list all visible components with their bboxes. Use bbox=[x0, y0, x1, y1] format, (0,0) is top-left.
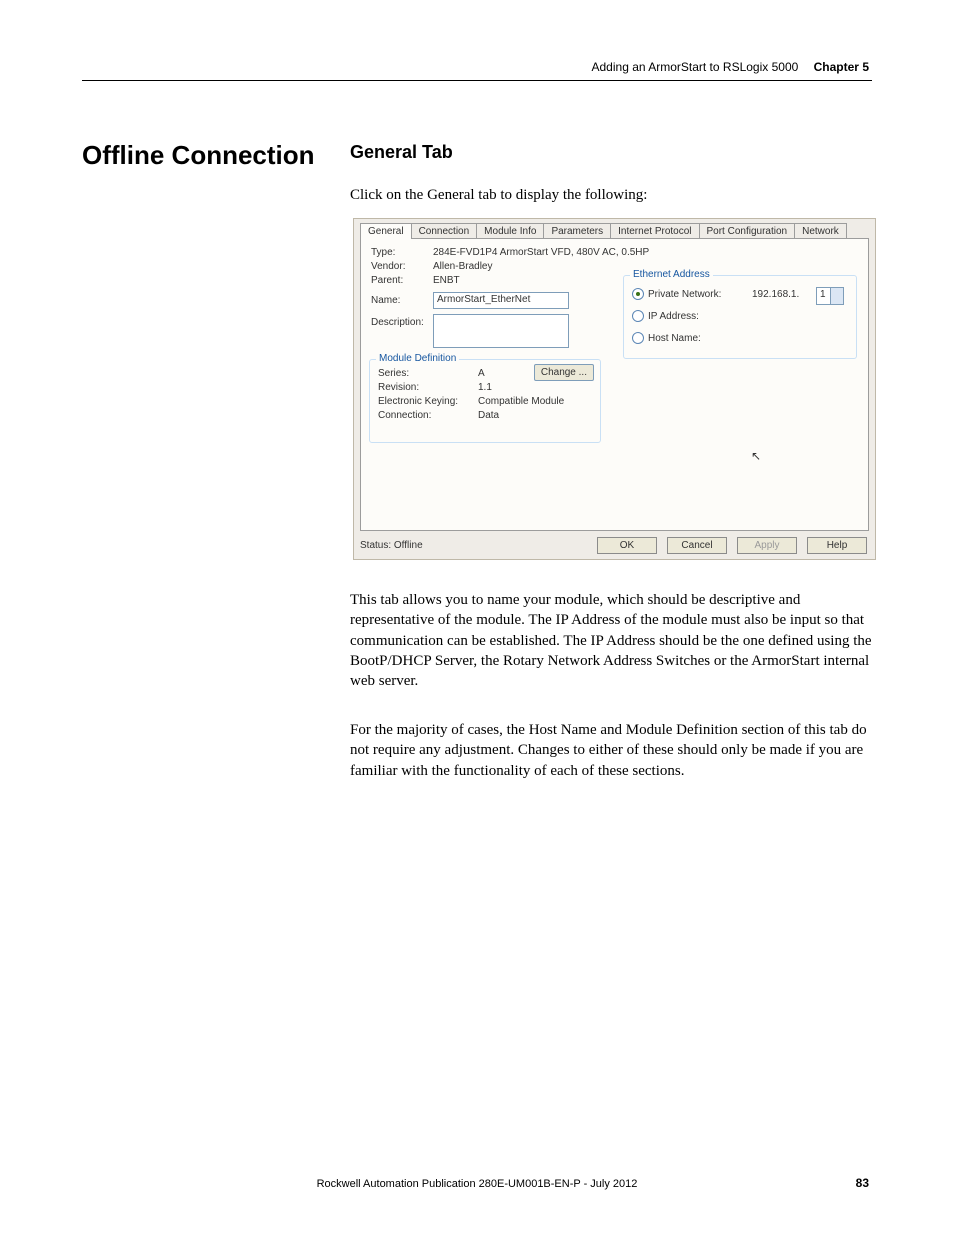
tab-bar: General Connection Module Info Parameter… bbox=[360, 221, 869, 239]
apply-button: Apply bbox=[737, 537, 797, 554]
body-paragraph-1: This tab allows you to name your module,… bbox=[350, 590, 872, 691]
page-number: 83 bbox=[856, 1176, 869, 1190]
tab-port-config[interactable]: Port Configuration bbox=[699, 223, 796, 239]
revision-value: 1.1 bbox=[478, 382, 492, 393]
name-label: Name: bbox=[371, 295, 400, 306]
module-definition-legend: Module Definition bbox=[376, 353, 459, 364]
host-name-label: Host Name: bbox=[648, 333, 701, 344]
radio-dot-icon bbox=[632, 332, 644, 344]
ip-address-label: IP Address: bbox=[648, 311, 699, 322]
intro-text: Click on the General tab to display the … bbox=[350, 185, 870, 205]
section-heading: Offline Connection bbox=[82, 140, 315, 171]
private-network-radio[interactable]: Private Network: bbox=[632, 288, 721, 300]
ip-address-radio[interactable]: IP Address: bbox=[632, 310, 699, 322]
desc-input[interactable] bbox=[433, 314, 569, 348]
desc-label: Description: bbox=[371, 317, 424, 328]
cursor-icon: ↖ bbox=[751, 449, 761, 463]
private-network-spin[interactable]: 1 bbox=[816, 287, 844, 305]
keying-value: Compatible Module bbox=[478, 396, 564, 407]
host-name-radio[interactable]: Host Name: bbox=[632, 332, 701, 344]
button-row: OK Cancel Apply Help bbox=[597, 537, 867, 554]
series-label: Series: bbox=[378, 368, 409, 379]
cancel-button[interactable]: Cancel bbox=[667, 537, 727, 554]
tab-general[interactable]: General bbox=[360, 223, 412, 239]
name-input[interactable]: ArmorStart_EtherNet bbox=[433, 292, 569, 309]
private-network-value: 192.168.1. bbox=[752, 289, 799, 300]
connection-value: Data bbox=[478, 410, 499, 421]
parent-label: Parent: bbox=[371, 275, 403, 286]
radio-dot-icon bbox=[632, 310, 644, 322]
parent-value: ENBT bbox=[433, 275, 460, 286]
tab-internet[interactable]: Internet Protocol bbox=[610, 223, 699, 239]
tab-module-info[interactable]: Module Info bbox=[476, 223, 544, 239]
subsection-heading: General Tab bbox=[350, 142, 453, 163]
type-value: 284E-FVD1P4 ArmorStart VFD, 480V AC, 0.5… bbox=[433, 247, 649, 258]
tab-body: Type: 284E-FVD1P4 ArmorStart VFD, 480V A… bbox=[360, 238, 869, 531]
tab-connection[interactable]: Connection bbox=[411, 223, 478, 239]
type-label: Type: bbox=[371, 247, 395, 258]
vendor-label: Vendor: bbox=[371, 261, 405, 272]
keying-label: Electronic Keying: bbox=[378, 396, 458, 407]
module-definition-group: Module Definition Series: A Revision: 1.… bbox=[369, 359, 601, 443]
radio-dot-icon bbox=[632, 288, 644, 300]
header-rule bbox=[82, 80, 872, 81]
vendor-value: Allen-Bradley bbox=[433, 261, 492, 272]
running-head: Adding an ArmorStart to RSLogix 5000 Cha… bbox=[592, 60, 870, 74]
series-value: A bbox=[478, 368, 485, 379]
body-paragraph-2: For the majority of cases, the Host Name… bbox=[350, 720, 872, 781]
revision-label: Revision: bbox=[378, 382, 419, 393]
ethernet-address-group: Ethernet Address Private Network: 192.16… bbox=[623, 275, 857, 359]
help-button[interactable]: Help bbox=[807, 537, 867, 554]
change-button[interactable]: Change ... bbox=[534, 364, 594, 381]
private-network-label: Private Network: bbox=[648, 289, 721, 300]
spin-value: 1 bbox=[820, 289, 826, 300]
status-text: Status: Offline bbox=[360, 540, 423, 551]
ethernet-address-legend: Ethernet Address bbox=[630, 269, 713, 280]
dialog-screenshot: General Connection Module Info Parameter… bbox=[353, 218, 876, 560]
footer-text: Rockwell Automation Publication 280E-UM0… bbox=[0, 1178, 954, 1190]
ok-button[interactable]: OK bbox=[597, 537, 657, 554]
chapter-label: Chapter 5 bbox=[814, 60, 869, 74]
breadcrumb-text: Adding an ArmorStart to RSLogix 5000 bbox=[592, 60, 799, 74]
connection-label: Connection: bbox=[378, 410, 431, 421]
tab-network[interactable]: Network bbox=[794, 223, 847, 239]
tab-parameters[interactable]: Parameters bbox=[543, 223, 611, 239]
